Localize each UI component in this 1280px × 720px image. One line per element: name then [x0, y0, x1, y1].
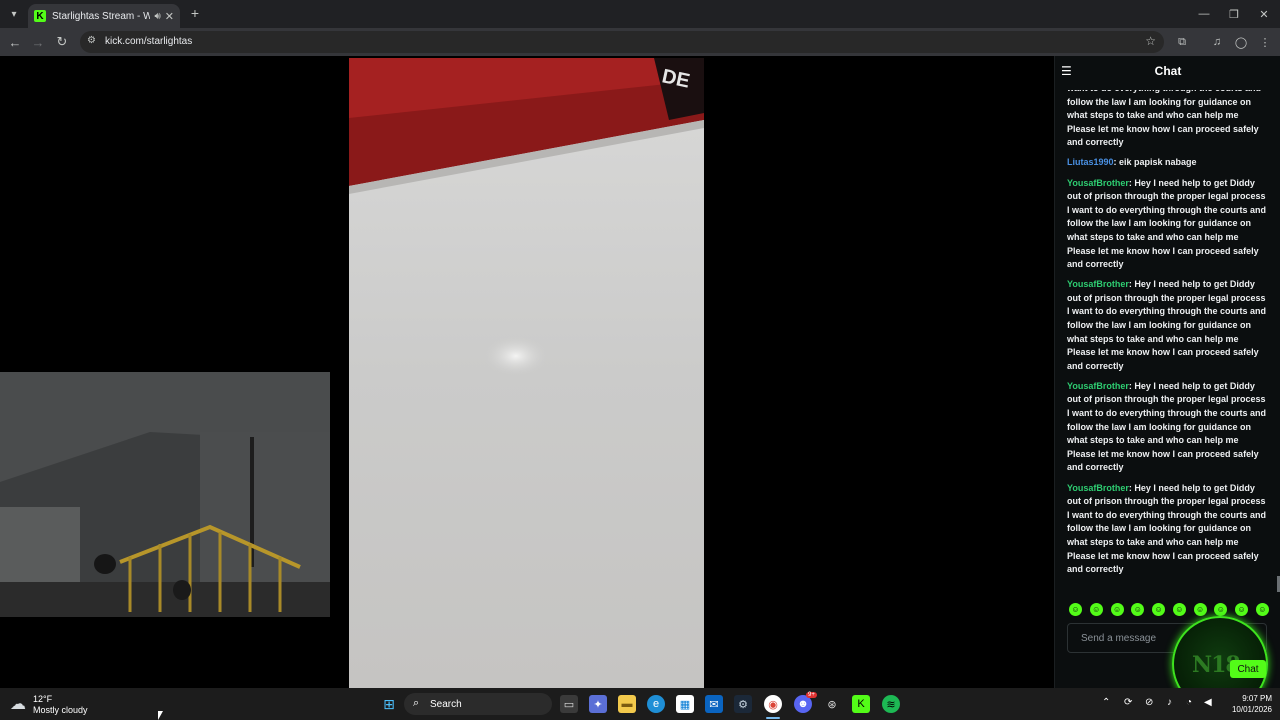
minimize-icon[interactable]: —	[1188, 0, 1220, 28]
chat-toggle-button[interactable]: Chat	[1230, 660, 1266, 678]
windows-taskbar: ☁ 12°F Mostly cloudy ⊞ ⌕ Search ▭ ✦ ▬ e …	[0, 688, 1280, 720]
url-text: kick.com/starlightas	[105, 36, 193, 47]
edge-icon[interactable]: e	[647, 695, 665, 713]
weather-description[interactable]: Mostly cloudy	[33, 705, 88, 715]
tab-title: Starlightas Stream - Watch l	[52, 10, 151, 22]
kebab-menu-icon[interactable]: ⋮	[1257, 34, 1273, 50]
chrome-icon[interactable]: ◉	[764, 695, 782, 713]
message-text: : Hey I need help to get Diddy out of pr…	[1067, 380, 1267, 473]
file-explorer-icon[interactable]: ▬	[618, 695, 636, 713]
chat-header: ☰ Chat	[1055, 56, 1280, 86]
chat-username[interactable]: YousafBrother	[1067, 483, 1129, 493]
emote-bar: ☺ ☺ ☺ ☺ ☺ ☺ ☺ ☺ ☺ ☺	[1069, 603, 1269, 617]
forward-arrow-icon[interactable]: →	[28, 32, 48, 52]
close-window-icon[interactable]: ✕	[1248, 0, 1280, 28]
message-text: want to do everything through the courts…	[1067, 90, 1261, 148]
kick-icon[interactable]: K	[852, 695, 870, 713]
back-arrow-icon[interactable]: ←	[5, 32, 25, 52]
emote-icon[interactable]: ☺	[1193, 603, 1207, 616]
chat-panel: ☰ Chat want to do everything through the…	[1054, 56, 1280, 688]
chat-message: YousafBrother: Hey I need help to get Di…	[1067, 482, 1267, 577]
emote-icon[interactable]: ☺	[1131, 603, 1145, 616]
star-icon[interactable]: ☆	[1145, 34, 1156, 48]
webcam-frame	[0, 372, 330, 617]
spotify-icon[interactable]: ≋	[882, 695, 900, 713]
message-text: : eik papisk nabage	[1113, 157, 1197, 168]
emote-icon[interactable]: ☺	[1069, 603, 1082, 616]
taskbar-search[interactable]: ⌕ Search	[404, 693, 552, 715]
steam-icon[interactable]: ⚙	[734, 695, 752, 713]
emote-icon[interactable]: ☺	[1172, 603, 1186, 616]
clock-date: 10/01/2026	[1231, 705, 1272, 714]
browser-tab[interactable]: K Starlightas Stream - Watch l 🔊︎ ✕	[28, 4, 180, 28]
microphone-icon[interactable]: ♪	[1167, 697, 1172, 708]
plus-icon[interactable]: +	[186, 4, 204, 22]
chat-title: Chat	[1154, 64, 1182, 78]
windows-start-icon[interactable]: ⊞	[380, 695, 398, 713]
network-off-icon[interactable]: ⊘	[1145, 697, 1153, 708]
mouse-cursor	[158, 711, 168, 720]
emote-icon[interactable]: ☺	[1110, 603, 1124, 616]
xbox-icon[interactable]: ⊛	[823, 695, 841, 713]
copilot-icon[interactable]: ✦	[589, 695, 607, 713]
address-bar[interactable]: ⚙ kick.com/starlightas ☆	[80, 31, 1164, 53]
sync-icon[interactable]: ⟳	[1124, 697, 1132, 708]
chevron-down-icon[interactable]: ▾	[5, 5, 23, 23]
close-icon[interactable]: ✕	[165, 10, 174, 23]
main-video-feed[interactable]: DE	[349, 58, 704, 688]
kick-favicon: K	[34, 10, 46, 22]
browser-toolbar: ← → ↻ ⚙ kick.com/starlightas ☆ ⧉ ♫ ◯ ⋮	[0, 28, 1280, 56]
message-text: : Hey I need help to get Diddy out of pr…	[1067, 279, 1267, 371]
discord-badge: 9+	[806, 692, 817, 698]
webcam-overlay[interactable]	[0, 372, 330, 617]
speaker-icon[interactable]: 🔊︎	[154, 11, 160, 22]
message-text: : Hey I need help to get Diddy out of pr…	[1067, 177, 1267, 270]
chat-message: want to do everything through the courts…	[1067, 90, 1267, 150]
weather-temperature[interactable]: 12°F	[33, 694, 52, 704]
search-label: Search	[430, 699, 462, 710]
chat-input-placeholder: Send a message	[1081, 633, 1157, 644]
search-icon: ⌕	[413, 697, 420, 709]
media-control-icon[interactable]: ♫	[1209, 34, 1225, 50]
outlook-icon[interactable]: ✉	[705, 695, 723, 713]
message-text: : Hey I need help to get Diddy out of pr…	[1067, 482, 1267, 575]
active-app-indicator	[766, 717, 780, 719]
puzzle-icon[interactable]: ⧉	[1174, 34, 1190, 50]
chat-message: YousafBrother: Hey I need help to get Di…	[1067, 278, 1267, 373]
clock-time: 9:07 PM	[1242, 694, 1272, 703]
volume-icon[interactable]: ◀	[1204, 697, 1212, 708]
chat-username[interactable]: YousafBrother	[1067, 178, 1129, 188]
stream-player[interactable]: DE	[0, 56, 1054, 688]
emote-icon[interactable]: ☺	[1214, 603, 1228, 616]
store-icon[interactable]: ▦	[676, 695, 694, 713]
emote-icon[interactable]: ☺	[1089, 603, 1103, 616]
system-clock[interactable]: 9:07 PM 10/01/2026	[1222, 693, 1272, 715]
reload-icon[interactable]: ↻	[52, 32, 72, 52]
chevron-up-icon[interactable]: ⌃	[1102, 697, 1110, 708]
tune-icon[interactable]: ⚙	[87, 35, 96, 46]
profile-icon[interactable]: ◯	[1233, 34, 1249, 50]
chat-username[interactable]: Liutas1990	[1067, 157, 1114, 167]
chat-messages: want to do everything through the courts…	[1067, 90, 1267, 586]
browser-titlebar: ▾ K Starlightas Stream - Watch l 🔊︎ ✕ + …	[0, 0, 1280, 28]
chat-username[interactable]: YousafBrother	[1067, 381, 1129, 391]
video-frame: DE	[349, 58, 704, 688]
emote-icon[interactable]: ☺	[1235, 603, 1249, 616]
emote-icon[interactable]: ☺	[1152, 603, 1166, 616]
cloudy-weather-icon[interactable]: ☁	[10, 694, 26, 714]
chat-username[interactable]: YousafBrother	[1067, 279, 1129, 289]
wifi-icon[interactable]: ◔	[1186, 697, 1192, 708]
chat-message: YousafBrother: Hey I need help to get Di…	[1067, 177, 1267, 272]
collapse-chat-icon[interactable]: ☰	[1061, 64, 1072, 78]
task-view-icon[interactable]: ▭	[560, 695, 578, 713]
restore-icon[interactable]: ❐	[1218, 0, 1250, 28]
chat-message: YousafBrother: Hey I need help to get Di…	[1067, 380, 1267, 475]
chat-message: Liutas1990: eik papisk nabage	[1067, 156, 1267, 170]
emote-icon[interactable]: ☺	[1255, 603, 1269, 616]
